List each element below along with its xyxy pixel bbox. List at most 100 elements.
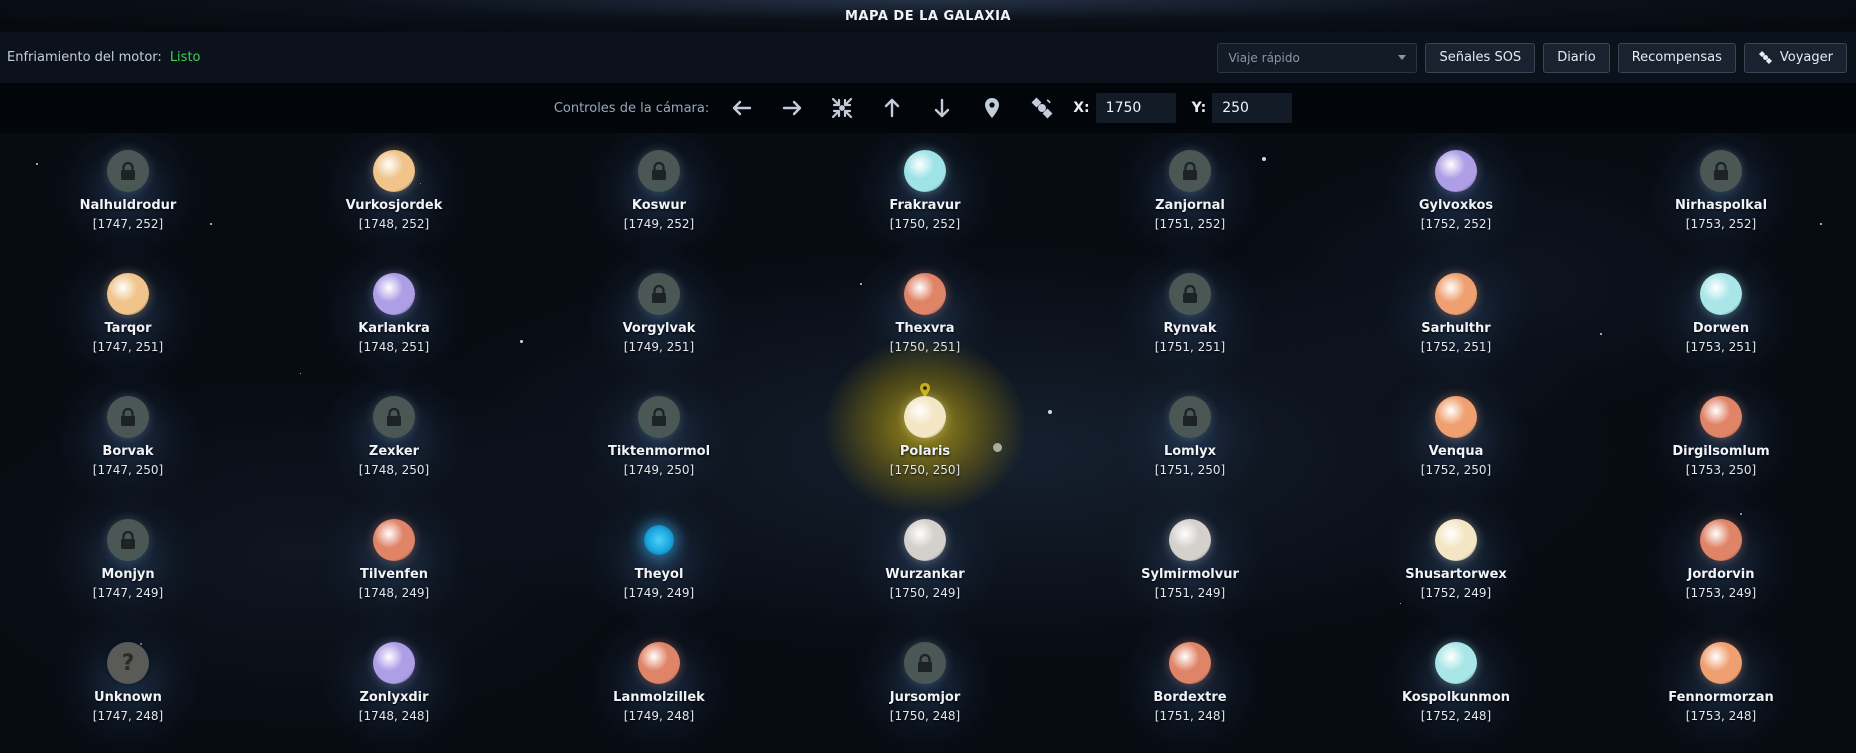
camera-up-button[interactable] (867, 88, 917, 128)
system-name: Jordorvin (1687, 567, 1755, 582)
camera-center-button[interactable] (817, 88, 867, 128)
system-cell[interactable]: Sarhulthr [1752, 251] (1356, 244, 1556, 384)
system-cell[interactable]: Zonlyxdir [1748, 248] (294, 613, 494, 753)
system-cell[interactable]: Lanmolzillek [1749, 248] (559, 613, 759, 753)
system-cell[interactable]: Kospolkunmon [1752, 248] (1356, 613, 1556, 753)
arrow-up-icon (885, 98, 900, 118)
system-cell[interactable]: ? Unknown [1747, 248] (28, 613, 228, 753)
star (1048, 410, 1052, 414)
system-coords: [1750, 252] (889, 217, 961, 231)
diary-button[interactable]: Diario (1543, 42, 1610, 73)
page-title: MAPA DE LA GALAXIA (845, 8, 1011, 24)
system-cell[interactable]: Tiktenmormol [1749, 250] (559, 367, 759, 507)
system-cell[interactable]: Zanjornal [1751, 252] (1090, 133, 1290, 261)
system-cell[interactable]: Polaris [1750, 250] (825, 339, 1025, 514)
locked-planet (1169, 150, 1211, 192)
locked-planet (107, 150, 149, 192)
planet-icon (373, 519, 415, 561)
system-cell[interactable]: Vorgylvak [1749, 251] (559, 244, 759, 384)
lock-icon (121, 407, 135, 426)
system-cell[interactable]: Koswur [1749, 252] (559, 133, 759, 261)
planet-icon (1169, 519, 1211, 561)
planet-icon (1700, 519, 1742, 561)
camera-current-location-button[interactable] (967, 88, 1017, 128)
system-name: Nirhaspolkal (1674, 198, 1768, 213)
system-coords: [1750, 249] (889, 586, 961, 600)
planet-icon (1700, 396, 1742, 438)
locked-planet (373, 396, 415, 438)
system-cell[interactable]: Jordorvin [1753, 249] (1621, 490, 1821, 630)
voyager-button[interactable]: Voyager (1743, 42, 1847, 73)
x-coordinate-input[interactable] (1095, 93, 1176, 123)
black-hole-icon (644, 525, 674, 555)
satellite-icon (1031, 97, 1053, 119)
system-cell[interactable]: Bordextre [1751, 248] (1090, 613, 1290, 753)
planet-icon (1435, 150, 1477, 192)
y-coordinate-input[interactable] (1212, 93, 1293, 123)
sos-signals-button[interactable]: Señales SOS (1425, 42, 1536, 73)
system-cell[interactable]: Venqua [1752, 250] (1356, 367, 1556, 507)
rewards-button[interactable]: Recompensas (1617, 42, 1736, 73)
system-cell[interactable]: Nalhuldrodur [1747, 252] (28, 133, 228, 261)
system-coords: [1753, 248] (1685, 709, 1757, 723)
system-coords: [1749, 249] (623, 586, 695, 600)
system-coords: [1747, 250] (92, 463, 164, 477)
system-cell[interactable]: Dirgilsomlum [1753, 250] (1621, 367, 1821, 507)
system-coords: [1747, 252] (92, 217, 164, 231)
system-name: Wurzankar (885, 567, 965, 582)
x-coordinate-label: X: (1073, 100, 1090, 116)
lock-icon (652, 161, 666, 180)
system-name: Polaris (899, 444, 951, 459)
system-cell[interactable]: Shusartorwex [1752, 249] (1356, 490, 1556, 630)
system-cell[interactable]: Karlankra [1748, 251] (294, 244, 494, 384)
locked-planet (638, 150, 680, 192)
system-cell[interactable]: Jursomjor [1750, 248] (825, 613, 1025, 753)
system-cell[interactable]: Monjyn [1747, 249] (28, 490, 228, 630)
planet-icon (1169, 642, 1211, 684)
system-cell[interactable]: Zexker [1748, 250] (294, 367, 494, 507)
system-coords: [1748, 252] (358, 217, 430, 231)
camera-left-button[interactable] (717, 88, 767, 128)
planet-icon (373, 642, 415, 684)
system-cell[interactable]: Vurkosjordek [1748, 252] (294, 133, 494, 261)
planet-icon (1435, 519, 1477, 561)
planet-icon (638, 642, 680, 684)
system-name: Tarqor (104, 321, 152, 336)
system-cell[interactable]: Dorwen [1753, 251] (1621, 244, 1821, 384)
system-name: Zexker (368, 444, 420, 459)
system-cell[interactable]: Tarqor [1747, 251] (28, 244, 228, 384)
system-name: Gylvoxkos (1418, 198, 1494, 213)
system-cell[interactable]: Fennormorzan [1753, 248] (1621, 613, 1821, 753)
system-cell[interactable]: Gylvoxkos [1752, 252] (1356, 133, 1556, 261)
system-coords: [1750, 250] (889, 463, 961, 477)
planet-icon (904, 273, 946, 315)
camera-down-button[interactable] (917, 88, 967, 128)
system-cell[interactable]: Lomlyx [1751, 250] (1090, 367, 1290, 507)
system-name: Zanjornal (1155, 198, 1225, 213)
camera-voyager-button[interactable] (1017, 88, 1067, 128)
system-cell[interactable]: Theyol [1749, 249] (559, 490, 759, 630)
camera-right-button[interactable] (767, 88, 817, 128)
system-cell[interactable]: Wurzankar [1750, 249] (825, 490, 1025, 630)
system-cell[interactable]: Nirhaspolkal [1753, 252] (1621, 133, 1821, 261)
system-name: Tiktenmormol (607, 444, 711, 459)
system-name: Bordextre (1153, 690, 1227, 705)
locked-planet (904, 642, 946, 684)
system-name: Frakravur (889, 198, 961, 213)
system-coords: [1751, 250] (1154, 463, 1226, 477)
y-coordinate-label: Y: (1191, 100, 1207, 116)
lock-icon (1183, 407, 1197, 426)
system-cell[interactable]: Borvak [1747, 250] (28, 367, 228, 507)
fast-travel-select[interactable]: Viaje rápido (1217, 42, 1418, 73)
system-name: Venqua (1428, 444, 1484, 459)
system-cell[interactable]: Frakravur [1750, 252] (825, 133, 1025, 261)
locked-planet (638, 273, 680, 315)
system-cell[interactable]: Sylmirmolvur [1751, 249] (1090, 490, 1290, 630)
system-cell[interactable]: Rynvak [1751, 251] (1090, 244, 1290, 384)
locked-planet (1169, 396, 1211, 438)
locked-planet (638, 396, 680, 438)
system-cell[interactable]: Tilvenfen [1748, 249] (294, 490, 494, 630)
system-coords: [1751, 249] (1154, 586, 1226, 600)
system-name: Unknown (94, 690, 162, 705)
system-name: Karlankra (358, 321, 430, 336)
